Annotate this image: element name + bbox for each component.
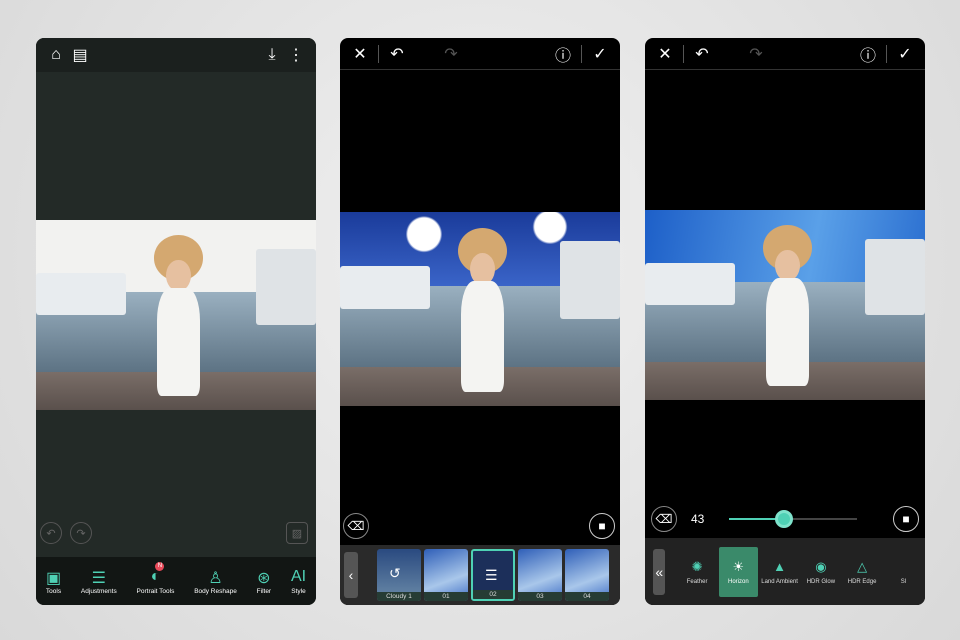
- sky-thumbnail[interactable]: ↺ Cloudy 1: [377, 549, 421, 601]
- tool-adjustments[interactable]: ☰ Adjustments: [81, 568, 117, 595]
- gallery-icon[interactable]: ▤: [68, 45, 92, 65]
- top-bar: ✕ ↶ ↷ ⓘ ✓: [340, 38, 620, 70]
- effect-hdr-edge[interactable]: △ HDR Edge: [842, 547, 881, 597]
- back-button[interactable]: ‹: [344, 552, 358, 598]
- ai-style-icon: AI: [290, 567, 307, 585]
- effect-label: Feather: [686, 578, 708, 585]
- filter-icon: ⊛: [257, 569, 271, 587]
- portrait-icon: ◐: [150, 567, 161, 585]
- sky-thumbnail-strip: ‹ ↺ Cloudy 1 01 ☰ 02 03 04: [340, 545, 620, 605]
- photo: [340, 212, 620, 406]
- tool-tools[interactable]: ▣ Tools: [46, 568, 61, 595]
- tool-style[interactable]: AI Style: [291, 568, 306, 595]
- editor-screen-effects: ✕ ↶ ↷ ⓘ ✓ ⌫ 43 ■ « ✺ Feather ☀ Horizon ▲ Land …: [645, 38, 925, 605]
- apply-check-icon[interactable]: ✓: [893, 44, 917, 64]
- redo-icon[interactable]: ↷: [744, 44, 768, 64]
- effect-icon: △: [857, 558, 868, 574]
- effect-icon: ◉: [815, 558, 827, 574]
- redo-icon[interactable]: ↷: [439, 44, 463, 64]
- thumbnail-label: 04: [565, 592, 609, 601]
- tool-label: Style: [291, 587, 306, 595]
- redo-button[interactable]: ↷: [70, 522, 92, 544]
- tool-label: Adjustments: [80, 587, 117, 595]
- effect-sl[interactable]: Sl: [884, 547, 923, 597]
- bottom-toolbar: ▣ Tools ☰ Adjustments ◐ Portrait Tools N ♙ Body …: [36, 557, 316, 605]
- effect-land-ambient[interactable]: ▲ Land Ambient: [760, 547, 799, 597]
- tool-label: Portrait Tools: [136, 587, 175, 595]
- eraser-button[interactable]: ⌫: [343, 513, 369, 539]
- effects-bar: « ✺ Feather ☀ Horizon ▲ Land Ambient ◉ HDR Glow △…: [645, 538, 925, 605]
- info-icon[interactable]: ⓘ: [856, 42, 880, 66]
- download-icon[interactable]: ⤓: [260, 46, 284, 64]
- sliders-icon: ☰: [91, 569, 106, 587]
- tool-label: Filter: [256, 587, 272, 595]
- apply-check-icon[interactable]: ✓: [588, 44, 612, 64]
- tool-filter[interactable]: ⊛ Filter: [257, 568, 271, 595]
- sky-thumbnail[interactable]: 03: [518, 549, 562, 601]
- tool-body-reshape[interactable]: ♙ Body Reshape: [194, 568, 237, 595]
- effect-hdr-glow[interactable]: ◉ HDR Glow: [801, 547, 840, 597]
- compare-button[interactable]: ■: [589, 513, 615, 539]
- compare-button[interactable]: ■: [893, 506, 919, 532]
- close-icon[interactable]: ✕: [653, 44, 677, 64]
- reset-icon: ↺: [389, 565, 401, 581]
- eraser-button[interactable]: ⌫: [651, 506, 677, 532]
- sky-thumbnail[interactable]: 04: [565, 549, 609, 601]
- photo: [36, 220, 316, 410]
- body-icon: ♙: [208, 569, 223, 587]
- info-icon[interactable]: ⓘ: [551, 42, 575, 66]
- adjust-sliders-icon: ☰: [485, 567, 498, 583]
- thumbnail-label: 03: [518, 592, 562, 601]
- effect-icon: ☀: [732, 558, 745, 574]
- image-gear-icon: ▣: [45, 569, 62, 587]
- thumbnail-label: Cloudy 1: [377, 592, 421, 601]
- close-icon[interactable]: ✕: [348, 44, 372, 64]
- strength-slider-row: ⌫ 43 ■: [645, 500, 925, 538]
- editor-screen-sky: ✕ ↶ ↷ ⓘ ✓ ⌫ ■ ‹ ↺ Cloudy 1 01 ☰ 02 03 04: [340, 38, 620, 605]
- effect-horizon[interactable]: ☀ Horizon: [718, 546, 758, 597]
- more-icon[interactable]: ⋮: [284, 45, 308, 65]
- effect-label: Horizon: [728, 578, 749, 585]
- compare-button[interactable]: ▨: [286, 522, 308, 544]
- effect-label: HDR Glow: [806, 578, 836, 585]
- sky-thumbnail[interactable]: ☰ 02: [471, 549, 515, 601]
- undo-icon[interactable]: ↶: [690, 44, 714, 64]
- top-bar: ⌂ ▤ ⤓ ⋮: [36, 38, 316, 72]
- undo-button[interactable]: ↶: [40, 522, 62, 544]
- effect-icon: ▲: [773, 558, 787, 574]
- strength-slider[interactable]: [729, 510, 857, 528]
- thumbnail-label: 01: [424, 592, 468, 601]
- sky-thumbnail[interactable]: 01: [424, 549, 468, 601]
- back-button[interactable]: «: [653, 548, 666, 595]
- tool-portrait-tools[interactable]: ◐ Portrait Tools N: [136, 561, 175, 595]
- new-badge: N: [155, 561, 165, 571]
- undo-icon[interactable]: ↶: [385, 44, 409, 64]
- effect-label: Sl: [900, 578, 907, 585]
- photo: [645, 210, 925, 400]
- thumbnail-label: 02: [473, 590, 513, 599]
- editor-screen-home: ⌂ ▤ ⤓ ⋮ ↶ ↷ ▨ ▣ Tools ☰ Adjustments ◐ Portrai…: [36, 38, 316, 605]
- effect-label: HDR Edge: [847, 578, 877, 585]
- top-bar: ✕ ↶ ↷ ⓘ ✓: [645, 38, 925, 70]
- tool-label: Tools: [45, 587, 62, 595]
- slider-handle[interactable]: [775, 510, 794, 528]
- tool-label: Body Reshape: [194, 587, 237, 595]
- effect-label: Land Ambient: [761, 578, 798, 585]
- home-icon[interactable]: ⌂: [44, 46, 68, 64]
- effect-feather[interactable]: ✺ Feather: [677, 547, 716, 597]
- slider-value: 43: [691, 512, 705, 526]
- effect-icon: ✺: [691, 558, 703, 574]
